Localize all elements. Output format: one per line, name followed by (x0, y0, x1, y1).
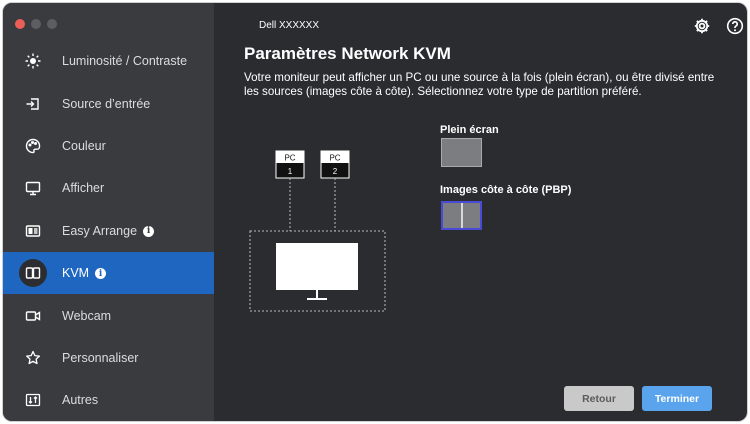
pbp-split-divider (461, 203, 463, 228)
page-description: Votre moniteur peut afficher un PC ou un… (244, 71, 715, 98)
pc-2-number: 2 (333, 167, 338, 176)
sidebar-item-label: Easy Arrange (62, 223, 138, 238)
star-icon (21, 346, 45, 370)
kvm-diagram: PC 1 PC 2 (244, 148, 389, 318)
sidebar: Luminosité / Contraste Source d’entrée C… (3, 3, 214, 421)
sidebar-item-color[interactable]: Couleur (3, 125, 214, 167)
page-title: Paramètres Network KVM (244, 44, 451, 63)
sidebar-item-label: Source d’entrée (62, 96, 151, 111)
sidebar-item-brightness-contrast[interactable]: Luminosité / Contraste (3, 40, 214, 82)
app-window: Luminosité / Contraste Source d’entrée C… (3, 3, 747, 421)
main-panel: Dell XXXXXX Paramètres Network KVM Votre… (214, 3, 747, 421)
close-window-button[interactable] (15, 19, 25, 29)
sidebar-item-label-with-info: KVM i (62, 266, 107, 281)
sidebar-nav: Luminosité / Contraste Source d’entrée C… (3, 40, 214, 421)
easy-arrange-icon (21, 219, 45, 243)
sidebar-item-label: KVM (62, 266, 90, 281)
sidebar-item-label: Personnaliser (62, 350, 139, 365)
pc-2-label: PC (329, 154, 340, 163)
kvm-icon (19, 259, 47, 288)
display-icon (21, 176, 45, 200)
minimize-window-button[interactable] (31, 19, 41, 29)
fullscreen-option-label: Plein écran (440, 124, 499, 136)
sidebar-item-input-source[interactable]: Source d’entrée (3, 82, 214, 124)
sidebar-item-label: Webcam (62, 308, 112, 323)
zoom-window-button[interactable] (47, 19, 57, 29)
pbp-option[interactable] (441, 201, 482, 230)
sidebar-item-kvm[interactable]: KVM i (3, 251, 214, 295)
info-icon[interactable]: i (143, 225, 155, 237)
pc-1-badge: PC 1 (275, 150, 305, 179)
pc-2-badge: PC 2 (320, 150, 350, 179)
pc-1-label: PC (284, 154, 295, 163)
info-icon[interactable]: i (95, 268, 107, 280)
monitor-illustration (276, 243, 358, 300)
finish-button[interactable]: Terminer (642, 386, 712, 411)
sidebar-item-label-with-info: Easy Arrange i (62, 223, 155, 238)
sidebar-item-label: Autres (62, 393, 99, 408)
help-icon[interactable] (726, 17, 744, 35)
fullscreen-option[interactable] (441, 138, 482, 167)
window-controls (15, 19, 57, 29)
brightness-icon (21, 49, 45, 73)
sidebar-item-label: Afficher (62, 181, 105, 196)
back-button[interactable]: Retour (564, 386, 634, 411)
sidebar-item-personalize[interactable]: Personnaliser (3, 337, 214, 379)
others-icon (21, 388, 45, 412)
sidebar-item-webcam[interactable]: Webcam (3, 294, 214, 336)
webcam-icon (21, 304, 45, 328)
pc-1-number: 1 (288, 167, 293, 176)
sidebar-item-others[interactable]: Autres (3, 379, 214, 421)
sidebar-item-easy-arrange[interactable]: Easy Arrange i (3, 210, 214, 252)
gear-icon[interactable] (693, 17, 711, 35)
input-source-icon (21, 92, 45, 116)
pbp-option-label: Images côte à côte (PBP) (440, 184, 572, 196)
sidebar-item-label: Luminosité / Contraste (62, 54, 188, 69)
sidebar-item-display[interactable]: Afficher (3, 167, 214, 209)
color-palette-icon (21, 134, 45, 158)
sidebar-item-label: Couleur (62, 138, 106, 153)
monitor-name: Dell XXXXXX (259, 20, 320, 31)
